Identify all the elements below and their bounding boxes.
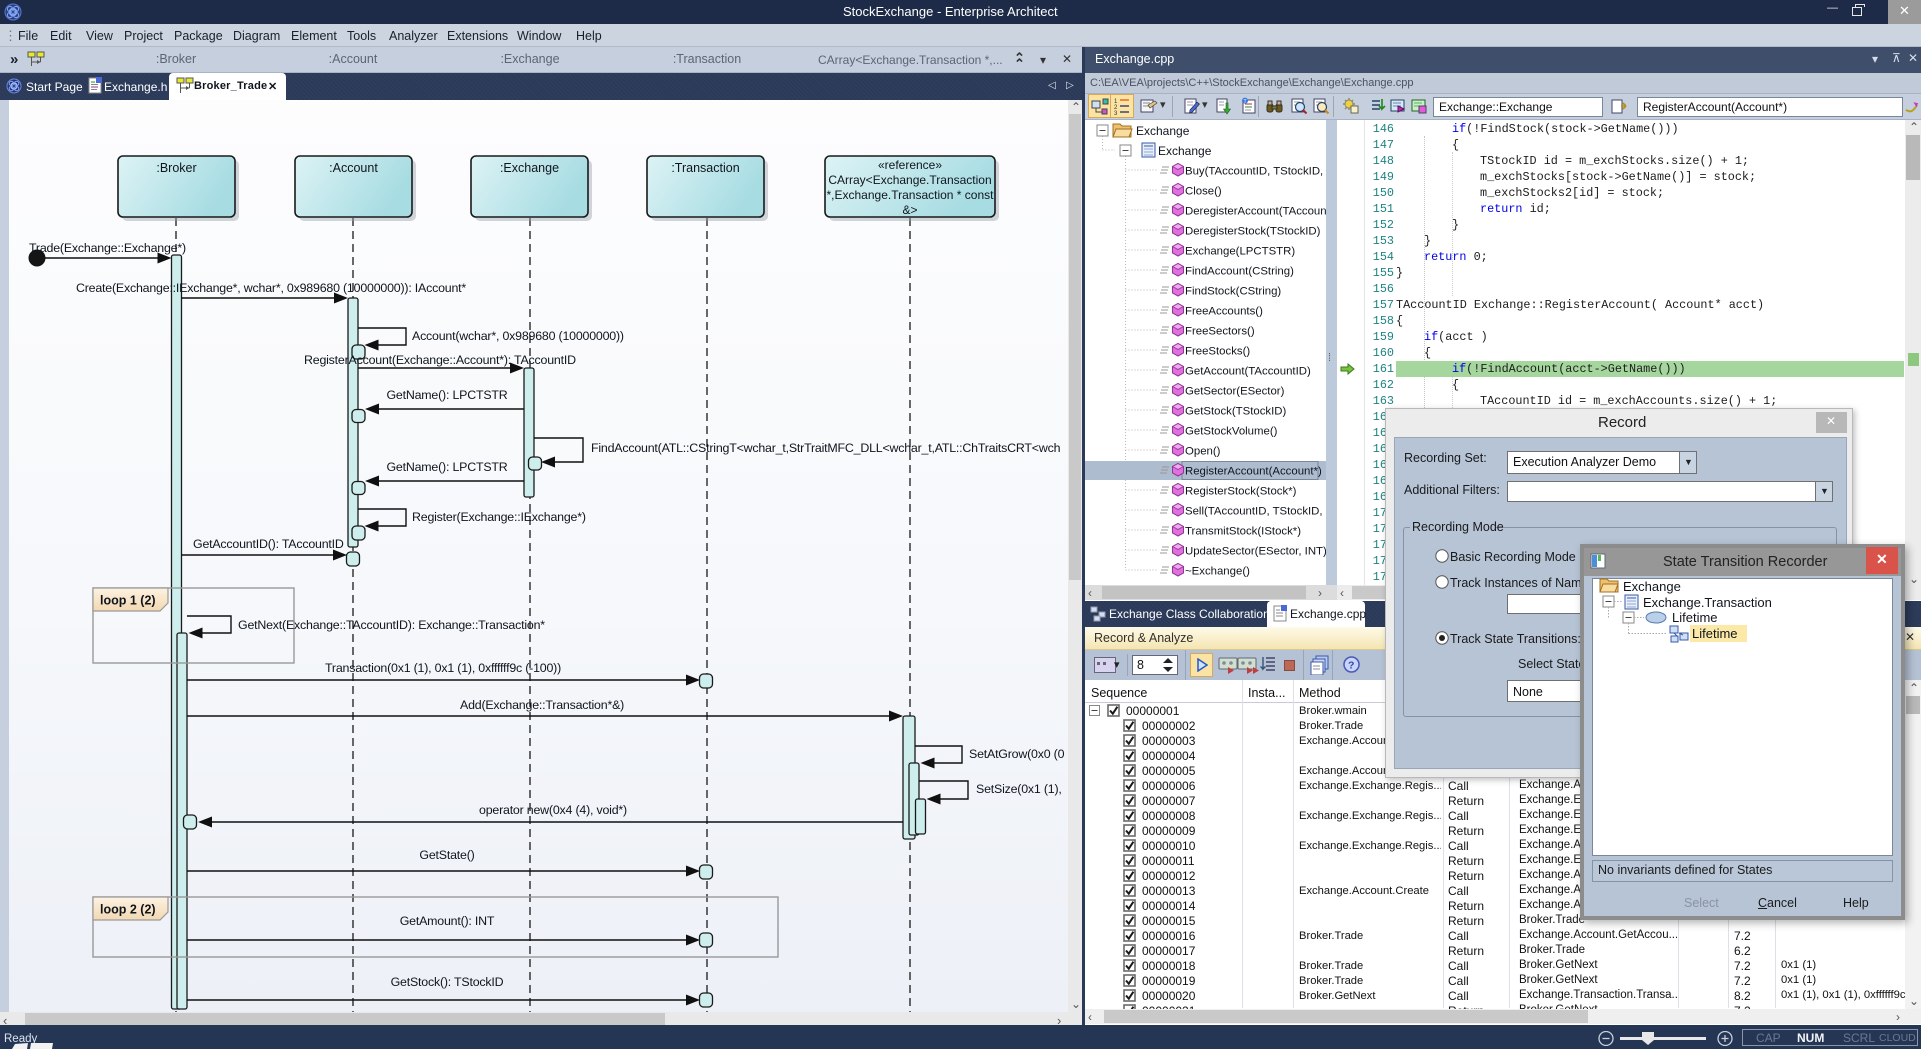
svg-text:FindAccount(CString): FindAccount(CString) <box>1185 266 1294 278</box>
svg-text:GetName(): LPCTSTR: GetName(): LPCTSTR <box>386 460 507 474</box>
svg-text:operator new(0x4 (4), void*): operator new(0x4 (4), void*) <box>479 803 627 817</box>
svg-text:SetAtGrow(0x0 (0: SetAtGrow(0x0 (0 <box>969 747 1065 761</box>
svg-text:Exchange: Exchange <box>1136 124 1190 138</box>
svg-text:FreeStocks(): FreeStocks() <box>1185 346 1250 358</box>
svg-text:Exchange: Exchange <box>1158 144 1212 158</box>
svg-text:3: 3 <box>1114 111 1118 115</box>
svg-text:GetSector(ESector): GetSector(ESector) <box>1185 386 1285 398</box>
svg-text:GetStock(): TStockID: GetStock(): TStockID <box>391 975 504 989</box>
svg-text:Exchange(LPCTSTR): Exchange(LPCTSTR) <box>1185 246 1295 258</box>
svg-text:GetName(): LPCTSTR: GetName(): LPCTSTR <box>386 388 507 402</box>
svg-text::Account: :Account <box>329 161 378 175</box>
svg-text:GetNext(Exchange::TAccountID):: GetNext(Exchange::TAccountID): Exchange:… <box>238 618 545 632</box>
svg-text:GetState(): GetState() <box>419 848 474 862</box>
svg-text:DeregisterStock(TStockID): DeregisterStock(TStockID) <box>1185 226 1321 238</box>
svg-text:loop 1 (2): loop 1 (2) <box>100 594 156 608</box>
svg-text:Register(Exchange::IExchange*): Register(Exchange::IExchange*) <box>412 510 586 524</box>
svg-text:RegisterStock(Stock*): RegisterStock(Stock*) <box>1185 486 1297 498</box>
svg-text:Add(Exchange::Transaction*&): Add(Exchange::Transaction*&) <box>460 698 624 712</box>
svg-text:GetStockVolume(): GetStockVolume() <box>1185 426 1278 438</box>
svg-text:RegisterAccount(Account*): RegisterAccount(Account*) <box>1185 466 1322 478</box>
svg-text::Exchange: :Exchange <box>500 161 559 175</box>
svg-text:?: ? <box>1348 660 1354 672</box>
svg-text:Create(Exchange::IExchange*, w: Create(Exchange::IExchange*, wchar*, 0x9… <box>76 281 466 295</box>
svg-text::Transaction: :Transaction <box>671 161 739 175</box>
svg-text:*,Exchange.Transaction * const: *,Exchange.Transaction * const <box>827 188 995 202</box>
svg-text:FreeAccounts(): FreeAccounts() <box>1185 306 1263 318</box>
svg-text:FreeSectors(): FreeSectors() <box>1185 326 1255 338</box>
svg-text:SetSize(0x1 (1),: SetSize(0x1 (1), <box>976 782 1062 796</box>
svg-text:FindAccount(ATL::CStringT<wcha: FindAccount(ATL::CStringT<wchar_t,StrTra… <box>591 441 1061 455</box>
svg-text:DeregisterAccount(TAccountII: DeregisterAccount(TAccountII <box>1185 206 1326 218</box>
svg-text:GetAccount(TAccountID): GetAccount(TAccountID) <box>1185 366 1311 378</box>
svg-text:TransmitStock(IStock*): TransmitStock(IStock*) <box>1185 526 1301 538</box>
svg-text:&>: &> <box>902 203 917 217</box>
svg-text:FindStock(CString): FindStock(CString) <box>1185 286 1281 298</box>
svg-text:GetAmount(): INT: GetAmount(): INT <box>400 914 495 928</box>
svg-text:Transaction(0x1 (1), 0x1 (1),: Transaction(0x1 (1), 0x1 (1), 0xffffff9c… <box>325 661 561 675</box>
svg-text:Account(wchar*, 0x989680 (1000: Account(wchar*, 0x989680 (10000000)) <box>412 329 624 343</box>
svg-text:loop 2 (2): loop 2 (2) <box>100 903 156 917</box>
svg-text:Trade(Exchange::Exchange*): Trade(Exchange::Exchange*) <box>29 241 186 255</box>
svg-text:Buy(TAccountID, TStockID, UI: Buy(TAccountID, TStockID, UI <box>1185 166 1326 178</box>
svg-text:Exchange: Exchange <box>1623 579 1681 594</box>
svg-text:UpdateSector(ESector, INT): UpdateSector(ESector, INT) <box>1185 546 1326 558</box>
svg-text:GetAccountID(): TAccountID: GetAccountID(): TAccountID <box>193 537 344 551</box>
svg-text:Lifetime: Lifetime <box>1672 610 1718 625</box>
svg-text:RegisterAccount(Exchange::Acco: RegisterAccount(Exchange::Account*): TAc… <box>304 353 576 367</box>
svg-text:Sell(TAccountID, TStockID, UI: Sell(TAccountID, TStockID, UI <box>1185 506 1326 518</box>
svg-text:GetStock(TStockID): GetStock(TStockID) <box>1185 406 1286 418</box>
svg-text:CArray<Exchange.Transaction: CArray<Exchange.Transaction <box>828 173 991 187</box>
svg-text:Open(): Open() <box>1185 446 1221 458</box>
svg-text:Lifetime: Lifetime <box>1692 626 1738 641</box>
svg-text:Exchange.Transaction: Exchange.Transaction <box>1643 595 1772 610</box>
svg-text:«reference»: «reference» <box>878 158 942 172</box>
svg-text::Broker: :Broker <box>156 161 196 175</box>
svg-text:~Exchange(): ~Exchange() <box>1185 566 1250 578</box>
svg-text:Close(): Close() <box>1185 186 1222 198</box>
